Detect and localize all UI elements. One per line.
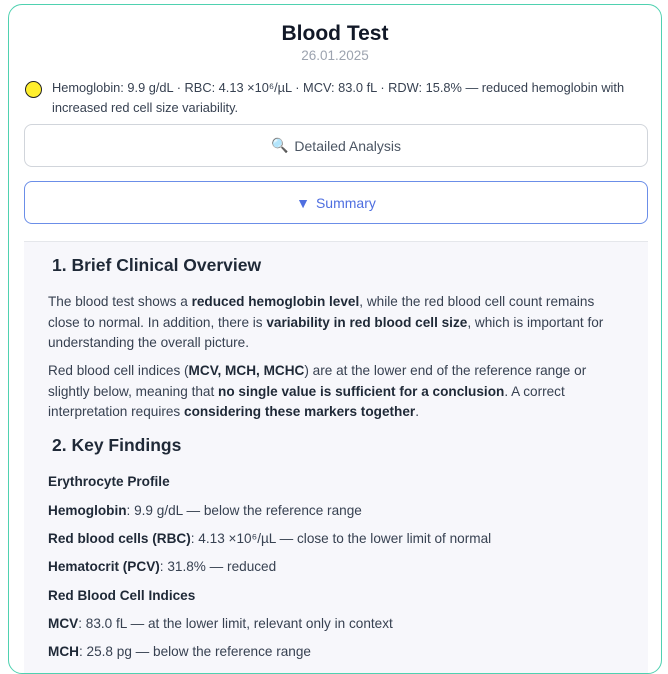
erythrocyte-profile-title: Erythrocyte Profile bbox=[48, 474, 170, 489]
finding-row: Hematocrit (PCV): 31.8% — reduced bbox=[48, 559, 277, 574]
summary-label: Summary bbox=[315, 194, 376, 211]
status-summary-text: Hemoglobin: 9.9 g/dL · RBC: 4.13 ×10⁶/µL… bbox=[52, 80, 625, 115]
finding-row: MCH: 25.8 pg — below the reference range bbox=[48, 644, 311, 659]
overview-heading: 1. Brief Clinical Overview bbox=[52, 255, 262, 275]
finding-row: Hemoglobin: 9.9 g/dL — below the referen… bbox=[48, 503, 362, 518]
summary-content: 1. Brief Clinical Overview The blood tes… bbox=[24, 242, 648, 673]
triangle-down-icon: ▼ bbox=[296, 194, 310, 211]
blood-test-card: Blood Test 26.01.2025 Hemoglobin: 9.9 g/… bbox=[8, 4, 662, 674]
magnifier-icon: 🔍 bbox=[270, 137, 289, 153]
page-title: Blood Test bbox=[281, 22, 389, 45]
detailed-analysis-label: Detailed Analysis bbox=[294, 137, 402, 154]
status-indicator-icon bbox=[25, 81, 42, 98]
test-date: 26.01.2025 bbox=[301, 48, 369, 63]
overview-paragraph-1: The blood test shows a reduced hemoglobi… bbox=[48, 294, 604, 350]
finding-row: MCV: 83.0 fL — at the lower limit, relev… bbox=[48, 616, 393, 631]
finding-row: Red blood cells (RBC): 4.13 ×10⁶/µL — cl… bbox=[48, 531, 492, 546]
detailed-analysis-button[interactable]: 🔍 Detailed Analysis bbox=[24, 124, 648, 167]
findings-heading: 2. Key Findings bbox=[52, 435, 182, 455]
rbc-indices-title: Red Blood Cell Indices bbox=[48, 588, 196, 603]
summary-toggle-button[interactable]: ▼ Summary bbox=[24, 181, 648, 224]
overview-paragraph-2: Red blood cell indices (MCV, MCH, MCHC) … bbox=[48, 363, 587, 419]
